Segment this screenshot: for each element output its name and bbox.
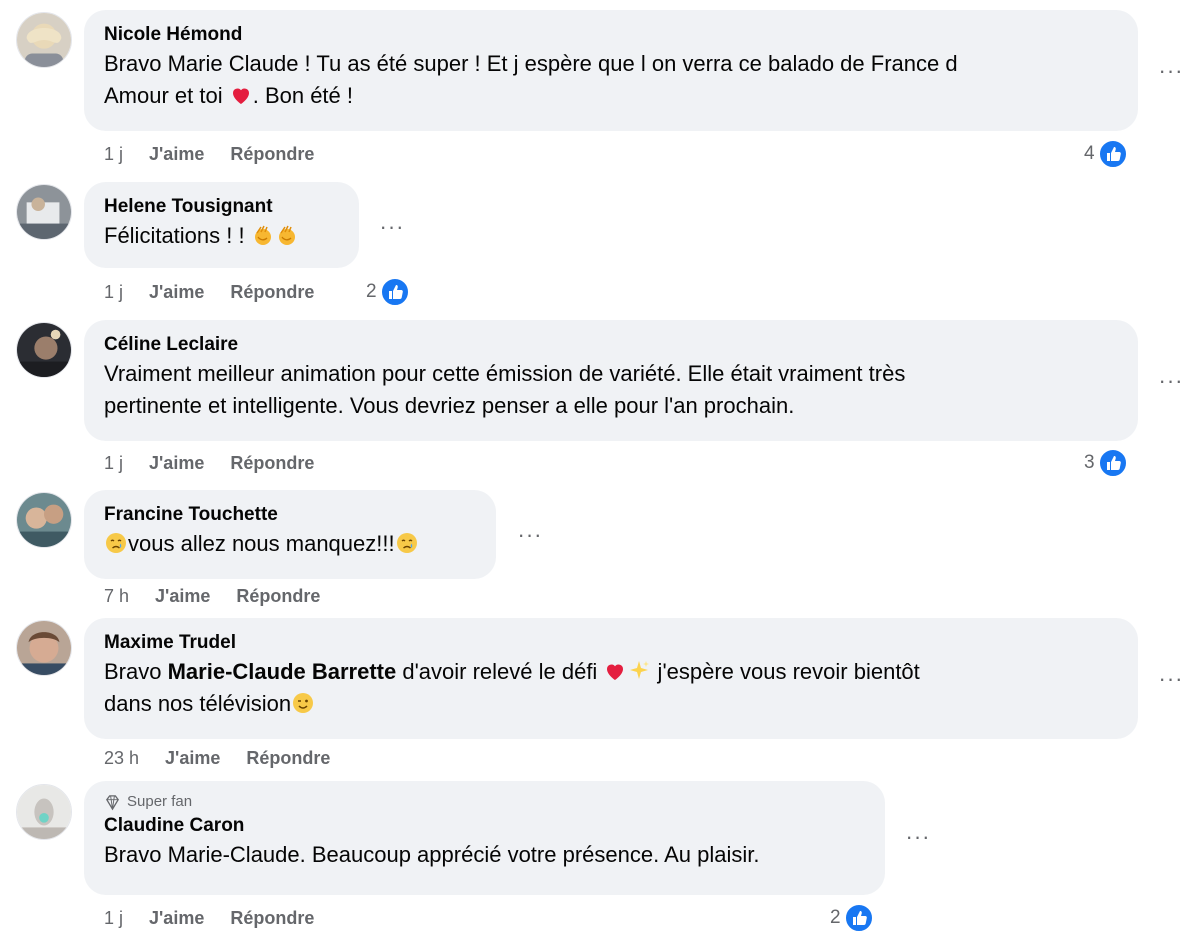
- mention-link[interactable]: Marie-Claude Barrette: [168, 659, 397, 684]
- comment-text: Bravo Marie-Claude. Beaucoup apprécié vo…: [104, 842, 760, 867]
- comment-author[interactable]: Céline Leclaire: [104, 332, 1118, 358]
- reply-button[interactable]: Répondre: [230, 144, 314, 165]
- reply-button[interactable]: Répondre: [230, 453, 314, 474]
- comment-bubble: Helene Tousignant Félicitations ! !: [84, 182, 359, 268]
- comment-actions: 1 j J'aime Répondre: [104, 906, 314, 930]
- like-button[interactable]: J'aime: [149, 453, 204, 474]
- avatar[interactable]: [16, 620, 72, 676]
- avatar[interactable]: [16, 184, 72, 240]
- comment-time[interactable]: 23 h: [104, 748, 139, 769]
- comment-bubble: Maxime Trudel Bravo Marie-Claude Barrett…: [84, 618, 1138, 739]
- like-button[interactable]: J'aime: [149, 282, 204, 303]
- like-thumb-icon: [1098, 139, 1128, 169]
- comment-author[interactable]: Nicole Hémond: [104, 22, 1118, 48]
- reaction-count: 3: [1084, 452, 1095, 473]
- more-options-icon[interactable]: ···: [1153, 60, 1189, 86]
- sparkles-emoji-icon: [627, 659, 651, 683]
- comment-time[interactable]: 1 j: [104, 453, 123, 474]
- comment-bubble: Francine Touchette vous allez nous manqu…: [84, 490, 496, 579]
- heart-emoji-icon: [603, 659, 627, 683]
- comment-bubble: Super fan Claudine Caron Bravo Marie-Cla…: [84, 781, 885, 895]
- reaction-summary[interactable]: 2: [830, 903, 874, 933]
- more-options-icon[interactable]: ···: [1153, 370, 1189, 396]
- comment-time[interactable]: 1 j: [104, 144, 123, 165]
- reply-button[interactable]: Répondre: [230, 282, 314, 303]
- crying-face-emoji-icon: [104, 531, 128, 555]
- like-button[interactable]: J'aime: [155, 586, 210, 607]
- comment-text: Bravo Marie Claude ! Tu as été super ! E…: [104, 51, 958, 108]
- reply-button[interactable]: Répondre: [236, 586, 320, 607]
- avatar[interactable]: [16, 322, 72, 378]
- comment-author[interactable]: Claudine Caron: [104, 813, 865, 839]
- like-button[interactable]: J'aime: [149, 908, 204, 929]
- more-options-icon[interactable]: ···: [1153, 668, 1189, 694]
- comment-bubble: Nicole Hémond Bravo Marie Claude ! Tu as…: [84, 10, 1138, 131]
- more-options-icon[interactable]: ···: [900, 826, 936, 852]
- heart-emoji-icon: [229, 83, 253, 107]
- comment-time[interactable]: 1 j: [104, 282, 123, 303]
- clapping-hands-emoji-icon: [275, 223, 299, 247]
- reaction-summary[interactable]: 3: [1084, 448, 1128, 478]
- comment-time[interactable]: 1 j: [104, 908, 123, 929]
- more-options-icon[interactable]: ···: [374, 216, 410, 242]
- avatar[interactable]: [16, 12, 72, 68]
- comment-actions: 1 j J'aime Répondre: [104, 142, 314, 166]
- more-options-icon[interactable]: ···: [512, 524, 548, 550]
- comment-text: vous allez nous manquez!!!: [104, 528, 476, 560]
- comment-actions: 7 h J'aime Répondre: [104, 584, 320, 608]
- like-thumb-icon: [1098, 448, 1128, 478]
- like-thumb-icon: [380, 277, 410, 307]
- avatar[interactable]: [16, 784, 72, 840]
- reaction-count: 2: [366, 281, 377, 302]
- like-button[interactable]: J'aime: [149, 144, 204, 165]
- crying-face-emoji-icon: [395, 531, 419, 555]
- comment-text: Vraiment meilleur animation pour cette é…: [104, 361, 906, 418]
- winking-face-emoji-icon: [291, 691, 315, 715]
- avatar[interactable]: [16, 492, 72, 548]
- comment-text: Félicitations ! !: [104, 220, 339, 252]
- comment-actions: 1 j J'aime Répondre: [104, 451, 314, 475]
- reaction-count: 4: [1084, 143, 1095, 164]
- reaction-count: 2: [830, 907, 841, 928]
- reaction-summary[interactable]: 4: [1084, 139, 1128, 169]
- reaction-summary[interactable]: 2: [366, 277, 410, 307]
- comment-text: Bravo Marie-Claude Barrette d'avoir rele…: [104, 659, 920, 716]
- reply-button[interactable]: Répondre: [230, 908, 314, 929]
- diamond-icon: [106, 794, 119, 810]
- comment-author[interactable]: Helene Tousignant: [104, 194, 339, 220]
- comment-actions: 1 j J'aime Répondre: [104, 280, 314, 304]
- super-fan-badge[interactable]: Super fan: [104, 791, 865, 813]
- comment-bubble: Céline Leclaire Vraiment meilleur animat…: [84, 320, 1138, 441]
- comment-author[interactable]: Francine Touchette: [104, 502, 476, 528]
- comment-time[interactable]: 7 h: [104, 586, 129, 607]
- like-thumb-icon: [844, 903, 874, 933]
- comment-author[interactable]: Maxime Trudel: [104, 630, 1118, 656]
- clapping-hands-emoji-icon: [251, 223, 275, 247]
- reply-button[interactable]: Répondre: [246, 748, 330, 769]
- like-button[interactable]: J'aime: [165, 748, 220, 769]
- comment-actions: 23 h J'aime Répondre: [104, 746, 330, 770]
